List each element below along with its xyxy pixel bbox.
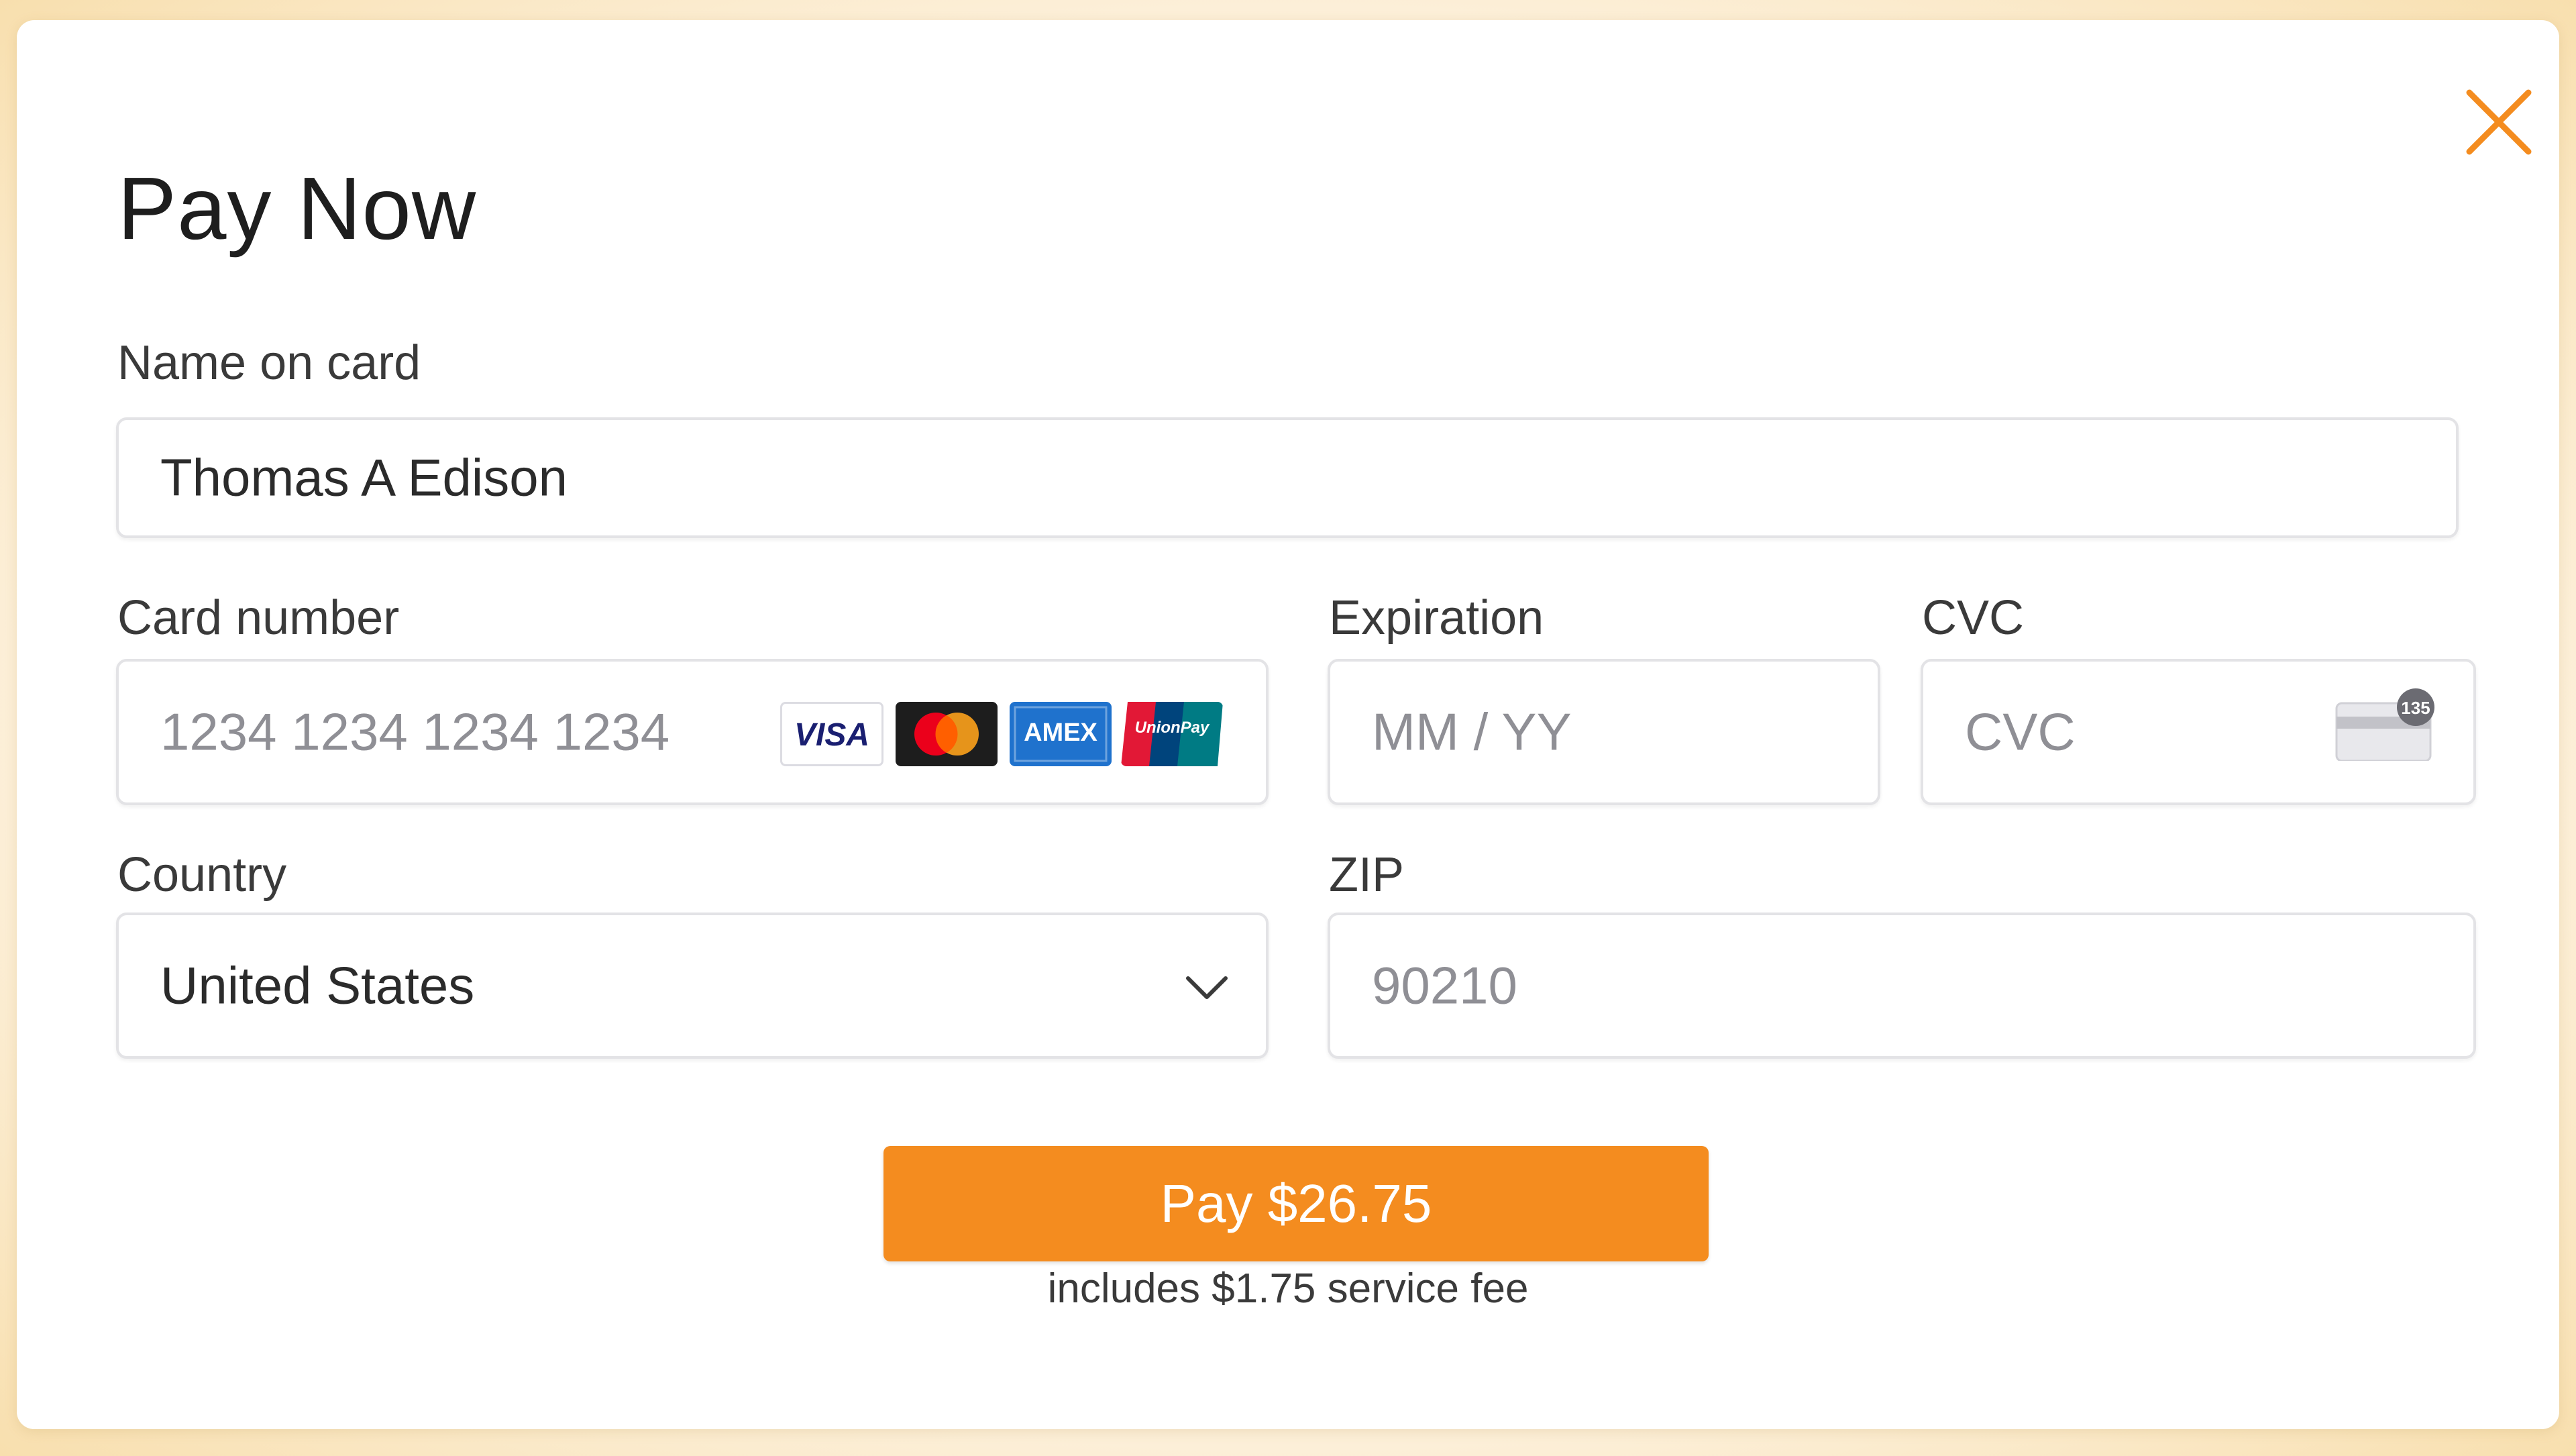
svg-text:AMEX: AMEX <box>1024 719 1097 747</box>
country-select[interactable]: United States <box>116 913 1269 1059</box>
cvc-card-icon: 135 <box>2335 688 2434 761</box>
pay-button[interactable]: Pay $26.75 <box>883 1146 1709 1261</box>
name-on-card-label: Name on card <box>117 336 421 390</box>
zip-label: ZIP <box>1329 848 1405 902</box>
mastercard-icon <box>896 702 998 766</box>
close-icon[interactable] <box>2459 82 2539 162</box>
pay-now-modal: Pay Now Name on card Thomas A Edison Car… <box>17 20 2559 1429</box>
expiration-label: Expiration <box>1329 591 1544 645</box>
svg-text:135: 135 <box>2401 698 2430 718</box>
cvc-placeholder: CVC <box>1965 702 2076 762</box>
card-number-label: Card number <box>117 591 400 645</box>
visa-icon: VISA <box>780 702 883 766</box>
service-fee-note: includes $1.75 service fee <box>1047 1265 1529 1312</box>
modal-title: Pay Now <box>117 159 477 258</box>
cvc-field[interactable]: CVC 135 <box>1921 659 2476 805</box>
zip-field[interactable]: 90210 <box>1328 913 2476 1059</box>
card-number-field[interactable]: 1234 1234 1234 1234 VISA AMEX UnionPay <box>116 659 1269 805</box>
svg-text:VISA: VISA <box>794 717 869 753</box>
amex-icon: AMEX <box>1010 702 1112 766</box>
expiration-field[interactable]: MM / YY <box>1328 659 1880 805</box>
chevron-down-icon <box>1186 976 1228 999</box>
cvc-label: CVC <box>1922 591 2025 645</box>
card-number-placeholder: 1234 1234 1234 1234 <box>160 702 670 762</box>
unionpay-icon: UnionPay <box>1121 702 1223 766</box>
zip-placeholder: 90210 <box>1372 955 1517 1015</box>
name-on-card-value: Thomas A Edison <box>160 448 568 507</box>
name-on-card-field[interactable]: Thomas A Edison <box>116 417 2459 538</box>
country-value: United States <box>160 955 475 1015</box>
svg-text:UnionPay: UnionPay <box>1135 719 1210 737</box>
country-label: Country <box>117 848 287 902</box>
expiration-placeholder: MM / YY <box>1372 702 1572 762</box>
